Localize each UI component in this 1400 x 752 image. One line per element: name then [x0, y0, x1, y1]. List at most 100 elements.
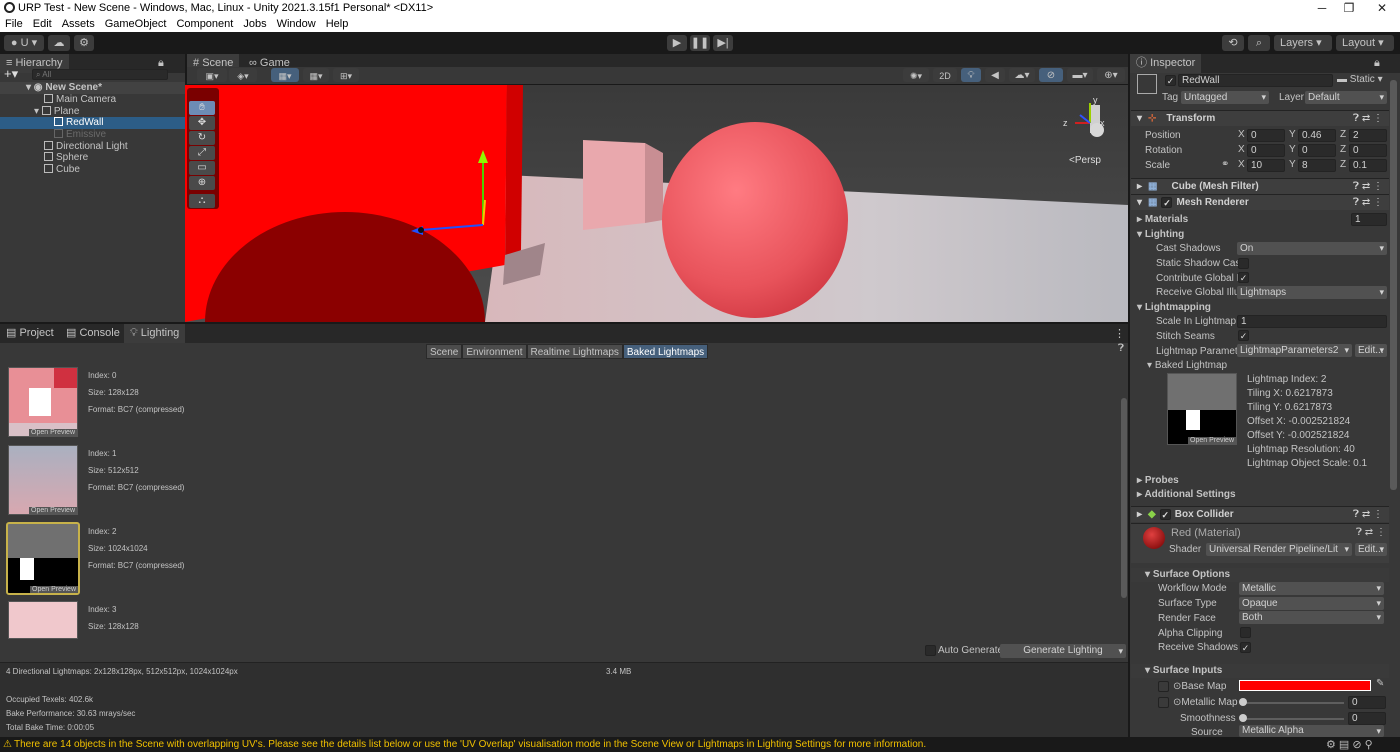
search-icon[interactable]: ⌕ [1248, 35, 1270, 51]
lightmap-params-edit-button[interactable]: Edit... [1355, 344, 1387, 357]
hierarchy-item-emissive[interactable]: Emissive [0, 129, 185, 141]
receive-shadows-checkbox[interactable]: ✓ [1240, 642, 1251, 653]
custom-tool-icon[interactable]: ⛬ [189, 194, 215, 208]
cloud-icon[interactable]: ☁ [48, 35, 70, 51]
surface-options-section[interactable]: ▾ Surface Options [1131, 568, 1389, 582]
contribute-gi-checkbox[interactable]: ✓ [1238, 272, 1249, 283]
mesh-renderer-header[interactable]: ▾ ▦ ✓ Mesh Renderer ❓︎ ⇄ ⋮ [1131, 194, 1389, 210]
transform-tool-icon[interactable]: ⊕ [189, 176, 215, 190]
tab-lighting[interactable]: 💡︎ Lighting [124, 324, 186, 343]
lighting-section[interactable]: ▾ Lighting [1131, 228, 1389, 242]
smoothness-slider-thumb[interactable] [1239, 714, 1247, 722]
rot-z-field[interactable]: 0 [1349, 144, 1387, 157]
step-button[interactable]: ▶| [713, 35, 733, 51]
layout-dropdown[interactable]: Layout ▾ [1336, 35, 1394, 51]
workflow-dropdown[interactable]: Metallic [1239, 582, 1384, 595]
hierarchy-item-cube[interactable]: Cube [0, 164, 185, 176]
metallic-slider-track[interactable] [1242, 702, 1344, 704]
tag-dropdown[interactable]: Untagged [1181, 91, 1269, 104]
baked-lightmap-preview[interactable]: Open Preview [1167, 373, 1237, 445]
lighting-tab-baked[interactable]: Baked Lightmaps [622, 344, 709, 359]
component-menu-icon[interactable]: ❓︎ ⇄ ⋮ [1353, 507, 1383, 523]
active-checkbox[interactable]: ✓ [1165, 75, 1176, 86]
hierarchy-item-redwall[interactable]: RedWall [0, 117, 185, 129]
move-tool-icon[interactable]: ✥ [189, 116, 215, 130]
2d-button[interactable]: 2D [933, 68, 957, 82]
persp-label[interactable]: <Persp [1069, 155, 1101, 166]
scale-lightmap-field[interactable]: 1 [1237, 315, 1387, 328]
draw-mode-dropdown[interactable]: ▣▾ [197, 68, 227, 82]
alpha-clipping-checkbox[interactable] [1240, 627, 1251, 638]
hierarchy-search-input[interactable]: ⌕ All [32, 69, 168, 80]
help-icon[interactable]: ❓︎ [1118, 343, 1124, 354]
hand-tool-icon[interactable]: ✋︎ [189, 101, 215, 115]
shader-edit-button[interactable]: Edit... [1355, 543, 1387, 556]
rot-x-field[interactable]: 0 [1247, 144, 1285, 157]
layers-dropdown[interactable]: Layers ▾ [1274, 35, 1332, 51]
grid-snap-button[interactable]: ▦▾ [271, 68, 299, 82]
auto-generate-checkbox[interactable] [925, 645, 936, 656]
receive-gi-dropdown[interactable]: Lightmaps [1237, 286, 1387, 299]
constrain-proportions-icon[interactable]: ⚭ [1221, 159, 1229, 170]
lightmap-thumb-1[interactable]: Open Preview [8, 445, 78, 515]
mesh-filter-header[interactable]: ▸ ▦ Cube (Mesh Filter) ❓︎ ⇄ ⋮ [1131, 178, 1389, 194]
mesh-renderer-enabled-checkbox[interactable]: ✓ [1161, 197, 1173, 208]
menu-edit[interactable]: Edit [28, 16, 57, 32]
material-menu-icon[interactable]: ❓︎ ⇄ ⋮ [1356, 527, 1386, 538]
component-menu-icon[interactable]: ❓︎ ⇄ ⋮ [1353, 179, 1383, 195]
menu-window[interactable]: Window [272, 16, 321, 32]
pause-button[interactable]: ❚❚ [690, 35, 710, 51]
hierarchy-item-sphere[interactable]: Sphere [0, 152, 185, 164]
static-shadow-checkbox[interactable] [1238, 258, 1249, 269]
camera-dropdown[interactable]: ▬▾ [1067, 68, 1093, 82]
rot-y-field[interactable]: 0 [1298, 144, 1336, 157]
menu-file[interactable]: File [0, 16, 28, 32]
grid-button[interactable]: ▦▾ [303, 68, 329, 82]
rect-tool-icon[interactable]: ▭ [189, 161, 215, 175]
object-name-field[interactable]: RedWall [1178, 74, 1333, 87]
open-preview-button[interactable]: Open Preview [1188, 437, 1236, 444]
additional-settings-section[interactable]: ▸ Additional Settings [1131, 488, 1389, 502]
surface-type-dropdown[interactable]: Opaque [1239, 597, 1384, 610]
pos-x-field[interactable]: 0 [1247, 129, 1285, 142]
base-map-color[interactable] [1239, 680, 1371, 691]
inspector-lock-icon[interactable]: 🔒︎ [1374, 57, 1380, 70]
panel-menu-icon[interactable]: ⋮ [1114, 327, 1125, 340]
lightmapping-section[interactable]: ▾ Lightmapping [1131, 301, 1389, 315]
tab-console[interactable]: ▤ Console [60, 324, 126, 343]
lightmap-thumb-3[interactable] [8, 601, 78, 639]
effects-dropdown[interactable]: ☁▾ [1009, 68, 1035, 82]
metallic-slider-thumb[interactable] [1239, 698, 1247, 706]
probes-section[interactable]: ▸ Probes [1131, 474, 1389, 488]
generate-lighting-button[interactable]: Generate Lighting [1000, 644, 1126, 658]
lighting-toggle-icon[interactable]: 💡︎ [961, 68, 981, 82]
menu-help[interactable]: Help [321, 16, 354, 32]
lighting-tab-realtime[interactable]: Realtime Lightmaps [526, 344, 623, 359]
layer-dropdown[interactable]: Default [1305, 91, 1387, 104]
menu-component[interactable]: Component [171, 16, 238, 32]
scene-viewport[interactable]: y z x <Persp [185, 85, 1128, 322]
inspector-scrollbar[interactable] [1390, 80, 1397, 490]
stitch-seams-checkbox[interactable]: ✓ [1238, 330, 1249, 341]
collab-icon[interactable]: ⚙ [74, 35, 94, 51]
scale-y-field[interactable]: 8 [1298, 159, 1336, 172]
add-icon[interactable]: +▾ [4, 67, 18, 81]
render-mode-dropdown[interactable]: ◈▾ [229, 68, 257, 82]
lightmap-params-dropdown[interactable]: LightmapParameters2 [1237, 344, 1352, 357]
menu-assets[interactable]: Assets [57, 16, 100, 32]
eyedropper-icon[interactable]: ✎ [1376, 678, 1384, 689]
pos-z-field[interactable]: 2 [1349, 129, 1387, 142]
hierarchy-item-main-camera[interactable]: Main Camera [0, 94, 185, 106]
status-icons[interactable]: ⚙ ▤ ⊘ ⚲ [1326, 738, 1373, 751]
materials-count-field[interactable]: 1 [1351, 213, 1387, 226]
open-preview-button[interactable]: Open Preview [29, 507, 77, 514]
shader-dropdown[interactable]: Universal Render Pipeline/Lit [1206, 543, 1352, 556]
render-face-dropdown[interactable]: Both [1239, 611, 1384, 624]
open-preview-button[interactable]: Open Preview [29, 429, 77, 436]
hidden-objects-icon[interactable]: ⊘ [1039, 68, 1063, 82]
gizmos-dropdown[interactable]: ⊕▾ [1097, 68, 1125, 82]
smoothness-slider-track[interactable] [1242, 718, 1344, 720]
box-collider-enabled-checkbox[interactable]: ✓ [1159, 509, 1171, 520]
box-collider-header[interactable]: ▸ ◆ ✓ Box Collider ❓︎ ⇄ ⋮ [1131, 506, 1389, 522]
baked-lightmap-section[interactable]: ▾ Baked Lightmap [1131, 359, 1389, 373]
